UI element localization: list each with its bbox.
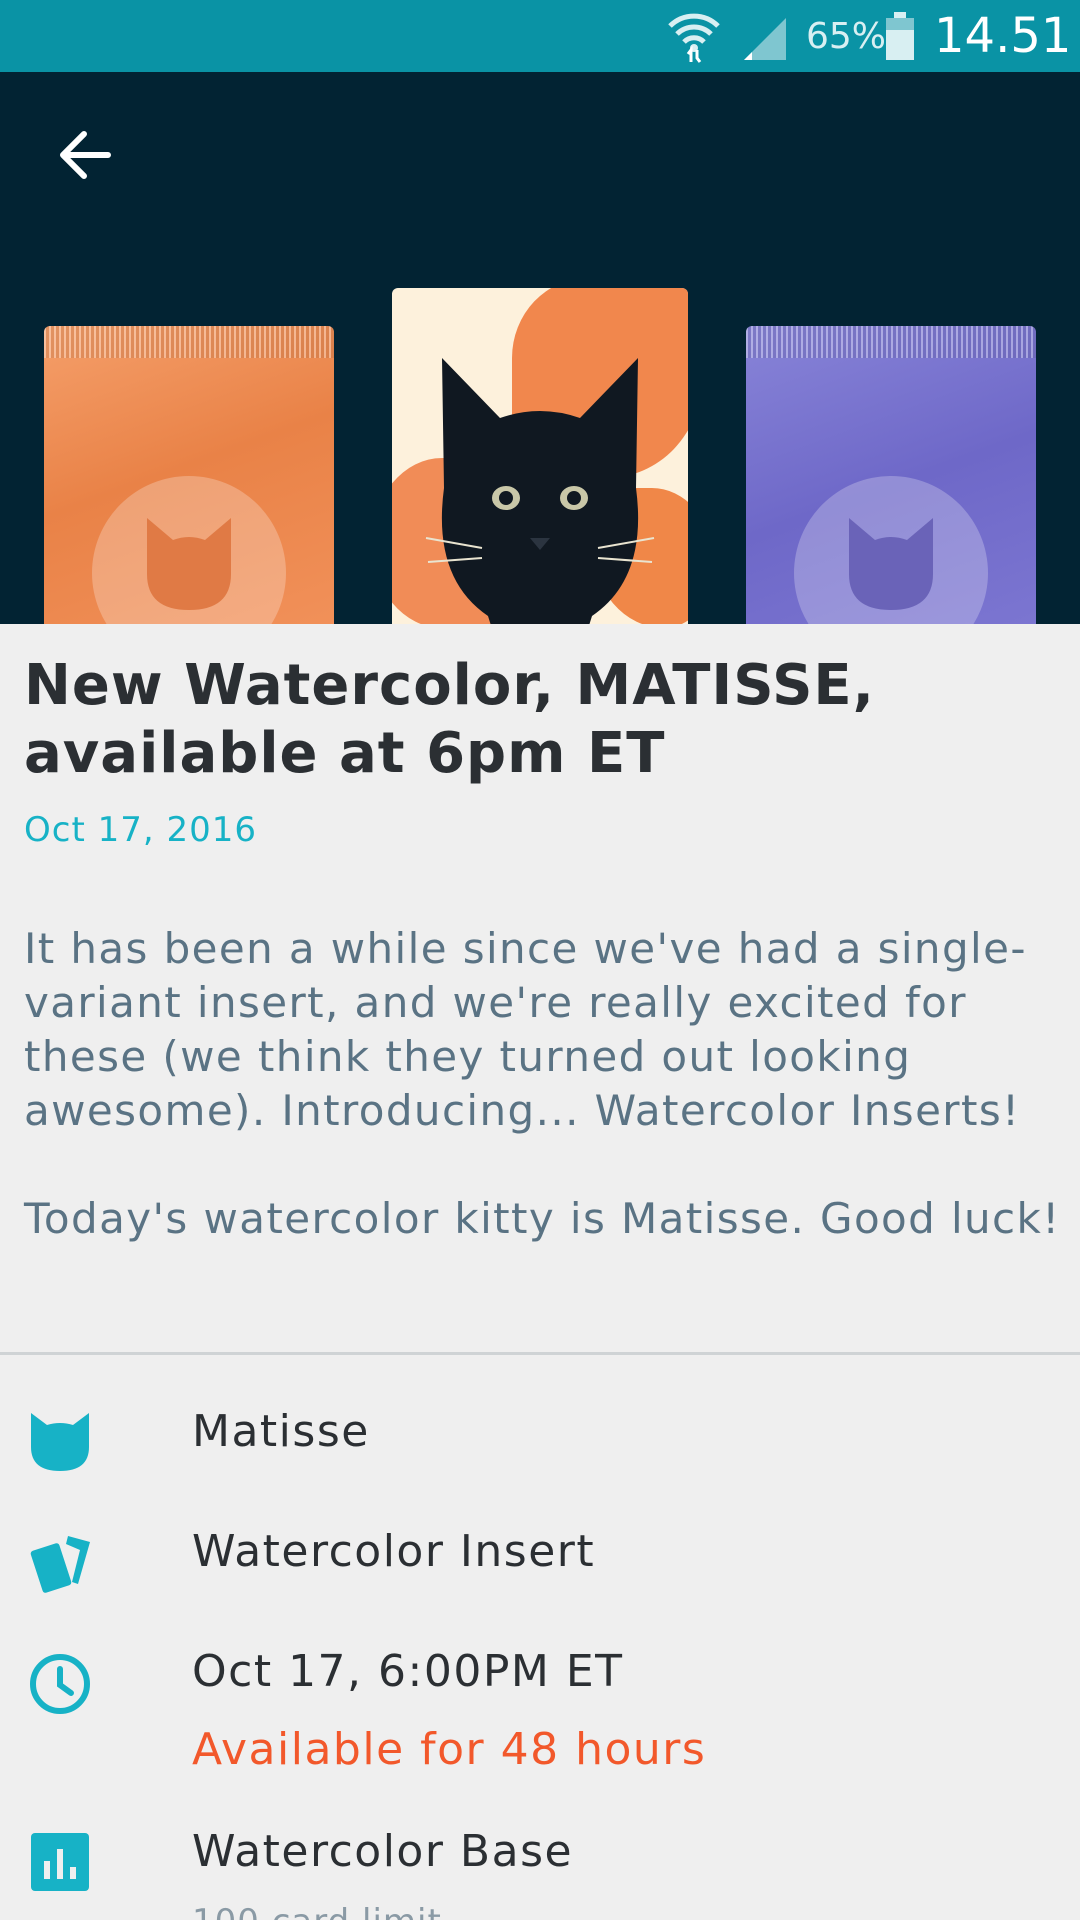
bar-chart-icon xyxy=(28,1830,92,1894)
cat-icon xyxy=(28,1410,92,1474)
pack-crimp xyxy=(746,326,1036,358)
article-title: New Watercolor, MATISSE, available at 6p… xyxy=(24,653,875,786)
purple-pack-image xyxy=(746,326,1036,624)
article-paragraph: It has been a while since we've had a si… xyxy=(24,924,1027,1135)
cat-icon xyxy=(147,518,231,610)
battery-percent: 65% xyxy=(806,16,887,57)
article-date: Oct 17, 2016 xyxy=(24,810,257,850)
article-body: It has been a while since we've had a si… xyxy=(24,922,1064,1246)
orange-pack-image xyxy=(44,326,334,624)
wifi-icon xyxy=(668,13,720,63)
black-cat-illustration xyxy=(425,358,655,624)
cat-icon xyxy=(849,518,933,610)
availability-text: Available for 48 hours xyxy=(192,1724,707,1775)
article-paragraph: Today's watercolor kitty is Matisse. Goo… xyxy=(24,1194,1061,1243)
base-card-limit: 100 card limit xyxy=(192,1902,442,1920)
signal-icon xyxy=(744,18,786,60)
arrow-left-icon xyxy=(60,131,111,179)
pack-badge xyxy=(92,476,286,624)
status-bar: 65% 14.51 xyxy=(0,0,1080,72)
base-set-name: Watercolor Base xyxy=(192,1826,574,1877)
pack-crimp xyxy=(44,326,334,358)
divider xyxy=(0,1352,1080,1355)
pack-badge xyxy=(794,476,988,624)
hero-banner xyxy=(0,72,1080,624)
clock-icon xyxy=(28,1652,92,1716)
matisse-card-image xyxy=(392,288,688,624)
back-button[interactable] xyxy=(40,110,130,200)
cat-name: Matisse xyxy=(192,1406,370,1457)
release-time: Oct 17, 6:00PM ET xyxy=(192,1646,624,1697)
cards-icon xyxy=(28,1532,92,1596)
battery-icon xyxy=(886,12,914,60)
insert-type: Watercolor Insert xyxy=(192,1526,596,1577)
clock-time: 14.51 xyxy=(934,8,1072,64)
